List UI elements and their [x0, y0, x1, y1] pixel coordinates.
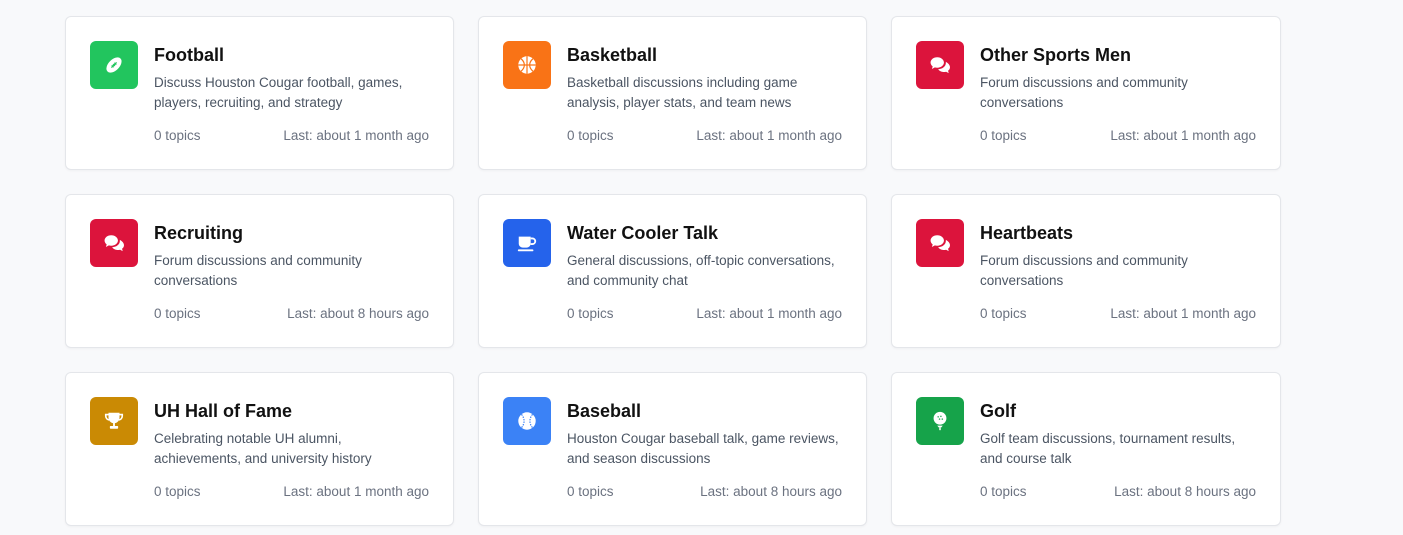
basketball-icon: [516, 54, 538, 76]
chat-bubbles-icon: [103, 232, 125, 254]
topic-count: 0 topics: [980, 128, 1027, 143]
baseball-icon: [516, 410, 538, 432]
last-activity: Last: about 8 hours ago: [287, 306, 429, 321]
last-activity: Last: about 1 month ago: [696, 306, 842, 321]
forum-description: Forum discussions and community conversa…: [980, 75, 1188, 110]
forum-icon-box: [916, 397, 964, 445]
topic-count: 0 topics: [567, 484, 614, 499]
forum-card-water-cooler-talk[interactable]: Water Cooler Talk General discussions, o…: [478, 194, 867, 348]
topic-count: 0 topics: [567, 128, 614, 143]
forum-title[interactable]: Water Cooler Talk: [567, 221, 842, 245]
golf-ball-icon: [929, 410, 951, 432]
forum-category-grid: Football Discuss Houston Cougar football…: [65, 16, 1281, 526]
forum-title[interactable]: Heartbeats: [980, 221, 1256, 245]
trophy-icon: [103, 410, 125, 432]
chat-bubbles-icon: [929, 54, 951, 76]
forum-description: Forum discussions and community conversa…: [980, 253, 1188, 288]
forum-title[interactable]: Baseball: [567, 399, 842, 423]
forum-card-heartbeats[interactable]: Heartbeats Forum discussions and communi…: [891, 194, 1281, 348]
forum-description: Houston Cougar baseball talk, game revie…: [567, 431, 839, 466]
coffee-cup-icon: [516, 232, 538, 254]
forum-icon-box: [503, 219, 551, 267]
last-activity: Last: about 1 month ago: [283, 128, 429, 143]
forum-icon-box: [916, 219, 964, 267]
forum-icon-box: [503, 397, 551, 445]
forum-card-recruiting[interactable]: Recruiting Forum discussions and communi…: [65, 194, 454, 348]
forum-card-uh-hall-of-fame[interactable]: UH Hall of Fame Celebrating notable UH a…: [65, 372, 454, 526]
forum-title[interactable]: Golf: [980, 399, 1256, 423]
football-icon: [103, 54, 125, 76]
forum-title[interactable]: Basketball: [567, 43, 842, 67]
forum-card-baseball[interactable]: Baseball Houston Cougar baseball talk, g…: [478, 372, 867, 526]
forum-icon-box: [90, 41, 138, 89]
forum-icon-box: [90, 219, 138, 267]
last-activity: Last: about 1 month ago: [283, 484, 429, 499]
forum-icon-box: [503, 41, 551, 89]
forum-card-other-sports-men[interactable]: Other Sports Men Forum discussions and c…: [891, 16, 1281, 170]
forum-icon-box: [90, 397, 138, 445]
last-activity: Last: about 1 month ago: [696, 128, 842, 143]
topic-count: 0 topics: [154, 306, 201, 321]
forum-title[interactable]: UH Hall of Fame: [154, 399, 429, 423]
forum-title[interactable]: Recruiting: [154, 221, 429, 245]
forum-description: Basketball discussions including game an…: [567, 75, 798, 110]
forum-description: Forum discussions and community conversa…: [154, 253, 362, 288]
forum-title[interactable]: Football: [154, 43, 429, 67]
topic-count: 0 topics: [154, 484, 201, 499]
topic-count: 0 topics: [980, 484, 1027, 499]
last-activity: Last: about 1 month ago: [1110, 128, 1256, 143]
topic-count: 0 topics: [154, 128, 201, 143]
forum-description: Golf team discussions, tournament result…: [980, 431, 1236, 466]
forum-description: Celebrating notable UH alumni, achieveme…: [154, 431, 372, 466]
forum-card-golf[interactable]: Golf Golf team discussions, tournament r…: [891, 372, 1281, 526]
forum-icon-box: [916, 41, 964, 89]
forum-card-basketball[interactable]: Basketball Basketball discussions includ…: [478, 16, 867, 170]
topic-count: 0 topics: [567, 306, 614, 321]
forum-description: General discussions, off-topic conversat…: [567, 253, 835, 288]
chat-bubbles-icon: [929, 232, 951, 254]
forum-card-football[interactable]: Football Discuss Houston Cougar football…: [65, 16, 454, 170]
forum-title[interactable]: Other Sports Men: [980, 43, 1256, 67]
last-activity: Last: about 1 month ago: [1110, 306, 1256, 321]
topic-count: 0 topics: [980, 306, 1027, 321]
forum-description: Discuss Houston Cougar football, games, …: [154, 75, 403, 110]
last-activity: Last: about 8 hours ago: [700, 484, 842, 499]
last-activity: Last: about 8 hours ago: [1114, 484, 1256, 499]
